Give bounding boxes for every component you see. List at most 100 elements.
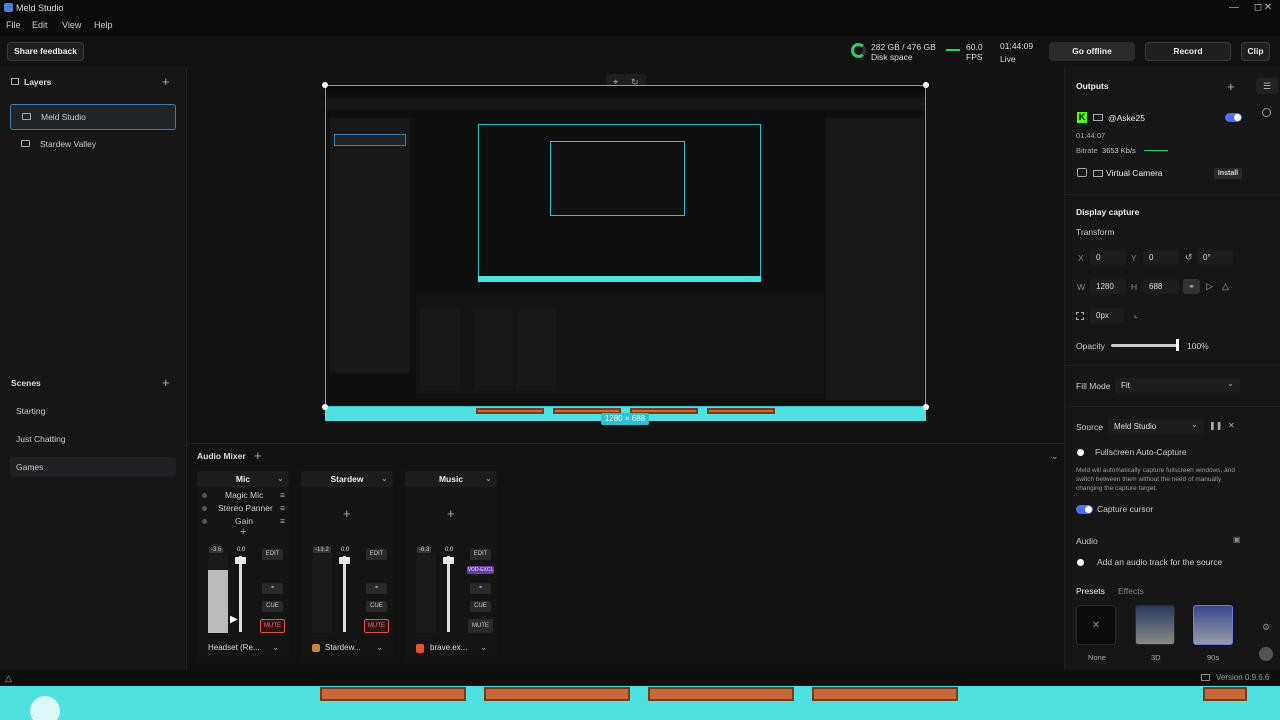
cue-button[interactable]: CUE <box>470 601 491 612</box>
share-feedback-button[interactable]: Share feedback <box>7 42 84 61</box>
preset-90s[interactable] <box>1193 605 1233 645</box>
height-input[interactable]: 688 <box>1143 279 1179 294</box>
audio-mixer-title: Audio Mixer <box>197 451 246 461</box>
pause-icon[interactable]: ❚❚ <box>1209 421 1222 430</box>
mute-button[interactable]: MUTE <box>260 619 285 633</box>
remove-source-icon[interactable]: ✕ <box>1228 421 1235 430</box>
opacity-slider-knob[interactable] <box>1176 339 1179 351</box>
minimize-icon[interactable]: — <box>1222 0 1246 16</box>
scene-item-starting[interactable]: Starting <box>10 401 176 421</box>
tab-presets[interactable]: Presets <box>1076 586 1105 596</box>
layer-item-stardew-valley[interactable]: Stardew Valley <box>10 132 176 158</box>
flip-vertical-icon[interactable]: △ <box>1222 281 1229 292</box>
fps-label: FPS <box>966 52 983 62</box>
resize-handle[interactable] <box>923 82 929 88</box>
edit-button[interactable]: EDIT <box>366 549 387 560</box>
chevron-down-icon[interactable]: ⌄ <box>381 474 388 483</box>
mute-button[interactable]: MUTE <box>364 619 389 633</box>
volume-fader[interactable] <box>343 556 346 632</box>
link-aspect-icon[interactable]: ⚭ <box>1183 279 1200 294</box>
transform-label: Transform <box>1076 227 1115 237</box>
audio-source-select[interactable]: brave.ex... ⌄ <box>416 643 491 658</box>
game-window-strip <box>0 686 1280 720</box>
output-toggle[interactable] <box>1225 113 1242 122</box>
fader-knob[interactable] <box>235 557 246 564</box>
menu-file[interactable]: File <box>6 20 21 30</box>
edit-button[interactable]: EDIT <box>262 549 283 560</box>
fill-mode-select[interactable]: Fit ⌄ <box>1115 378 1240 393</box>
warning-icon[interactable]: △ <box>5 673 12 684</box>
chevron-down-icon[interactable]: ⌄ <box>485 474 492 483</box>
canvas-preview[interactable] <box>325 85 926 407</box>
preset-none[interactable]: ✕ <box>1076 605 1116 645</box>
settings-gear-icon[interactable]: ⚙ <box>1262 622 1270 633</box>
menu-edit[interactable]: Edit <box>32 20 48 30</box>
add-audio-icon[interactable]: + <box>254 448 262 463</box>
vod-exclude-badge[interactable]: VOD-EXCL <box>467 566 494 574</box>
cue-button[interactable]: CUE <box>366 601 387 612</box>
add-effect-icon[interactable]: + <box>343 506 351 521</box>
rotation-input[interactable]: 0° <box>1197 250 1233 265</box>
preset-3d[interactable] <box>1135 605 1175 645</box>
channel-name[interactable]: Mic <box>197 471 289 487</box>
tab-effects[interactable]: Effects <box>1118 586 1144 596</box>
add-scene-icon[interactable]: + <box>162 375 170 390</box>
resize-handle[interactable] <box>322 404 328 410</box>
audio-source-select[interactable]: Stardew... ⌄ <box>312 643 387 658</box>
opacity-slider[interactable] <box>1111 344 1179 347</box>
volume-fader[interactable] <box>239 556 242 632</box>
menu-view[interactable]: View <box>62 20 81 30</box>
capture-cursor-toggle[interactable] <box>1076 505 1093 514</box>
audio-expand-icon[interactable]: ▣ <box>1233 535 1241 544</box>
chevron-down-icon: ⌄ <box>376 643 383 652</box>
close-icon[interactable]: ✕ <box>1256 0 1280 16</box>
fader-knob[interactable] <box>339 557 350 564</box>
add-layer-icon[interactable]: + <box>162 74 170 89</box>
sliders-icon: ≡ <box>280 516 285 526</box>
source-select[interactable]: Meld Studio ⌄ <box>1108 419 1204 434</box>
layers-icon <box>11 78 19 85</box>
link-icon[interactable]: ⚭ <box>366 583 387 594</box>
layer-item-meld-studio[interactable]: Meld Studio <box>10 104 176 130</box>
flip-horizontal-icon[interactable]: ▷ <box>1206 281 1213 292</box>
width-input[interactable]: 1280 <box>1090 279 1126 294</box>
avatar[interactable] <box>1259 647 1273 661</box>
cue-button[interactable]: CUE <box>262 601 283 612</box>
add-audio-radio[interactable] <box>1077 559 1084 566</box>
volume-fader[interactable] <box>447 556 450 632</box>
corner-style-icon[interactable]: ⌞ <box>1134 310 1138 319</box>
fx-stereo-panner[interactable]: Stereo Panner ≡ <box>202 503 289 516</box>
x-input[interactable]: 0 <box>1090 250 1126 265</box>
channel-name[interactable]: Music <box>405 471 497 487</box>
add-effect-icon[interactable]: + <box>447 506 455 521</box>
corner-radius-input[interactable]: 0px <box>1090 308 1124 323</box>
record-button[interactable]: Record <box>1145 42 1231 61</box>
fx-magic-mic[interactable]: Magic Mic ≡ <box>202 490 289 503</box>
preset-none-label: None <box>1088 653 1106 662</box>
collapse-mixer-icon[interactable]: ⌄ <box>1051 451 1059 462</box>
scene-item-games[interactable]: Games <box>10 457 176 477</box>
go-offline-button[interactable]: Go offline <box>1049 42 1135 61</box>
menu-help[interactable]: Help <box>94 20 113 30</box>
mute-button[interactable]: MUTE <box>468 619 493 633</box>
clip-button[interactable]: Clip <box>1241 42 1270 61</box>
resize-handle[interactable] <box>923 404 929 410</box>
fader-knob[interactable] <box>443 557 454 564</box>
y-input[interactable]: 0 <box>1143 250 1179 265</box>
audio-source-select[interactable]: Headset (Re... ⌄ <box>208 643 283 658</box>
properties-tab-icon[interactable]: ☰ <box>1256 78 1278 94</box>
add-output-icon[interactable]: + <box>1227 79 1235 94</box>
install-button[interactable]: Install <box>1214 168 1242 179</box>
add-effect-icon[interactable]: + <box>240 526 246 538</box>
channel-name[interactable]: Stardew <box>301 471 393 487</box>
chevron-down-icon[interactable]: ⌄ <box>277 474 284 483</box>
disk-gauge-icon <box>851 43 866 58</box>
game-brick <box>812 687 958 701</box>
fullscreen-capture-radio[interactable] <box>1077 449 1084 456</box>
edit-button[interactable]: EDIT <box>470 549 491 560</box>
chat-tab-icon[interactable] <box>1262 108 1271 117</box>
link-icon[interactable]: ⚭ <box>262 583 283 594</box>
link-icon[interactable]: ⚭ <box>470 583 491 594</box>
resize-handle[interactable] <box>322 82 328 88</box>
scene-item-just-chatting[interactable]: Just Chatting <box>10 429 176 449</box>
